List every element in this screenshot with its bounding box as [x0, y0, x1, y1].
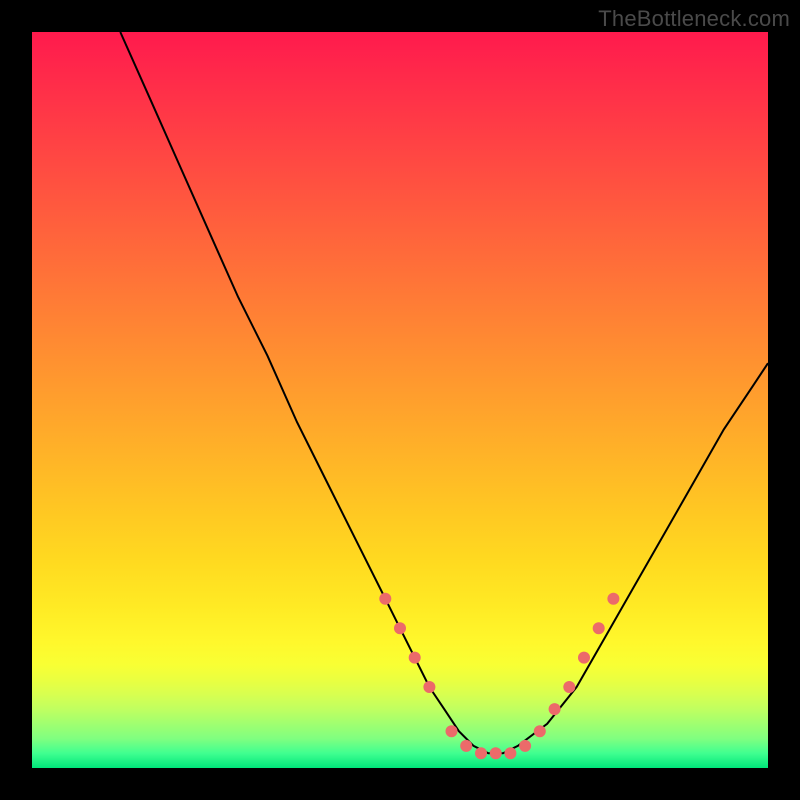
plot-area: [32, 32, 768, 768]
curve-marker: [379, 593, 391, 605]
curve-marker: [490, 747, 502, 759]
curve-marker: [563, 681, 575, 693]
curve-marker: [475, 747, 487, 759]
curve-marker: [593, 622, 605, 634]
chart-svg: [32, 32, 768, 768]
curve-marker: [607, 593, 619, 605]
curve-marker: [423, 681, 435, 693]
curve-marker: [534, 725, 546, 737]
curve-marker: [446, 725, 458, 737]
curve-marker: [578, 652, 590, 664]
outer-frame: TheBottleneck.com: [0, 0, 800, 800]
curve-marker: [504, 747, 516, 759]
curve-marker: [519, 740, 531, 752]
bottleneck-curve: [120, 32, 768, 753]
curve-marker: [394, 622, 406, 634]
curve-marker: [460, 740, 472, 752]
curve-marker: [409, 652, 421, 664]
watermark-text: TheBottleneck.com: [598, 6, 790, 32]
curve-marker: [549, 703, 561, 715]
